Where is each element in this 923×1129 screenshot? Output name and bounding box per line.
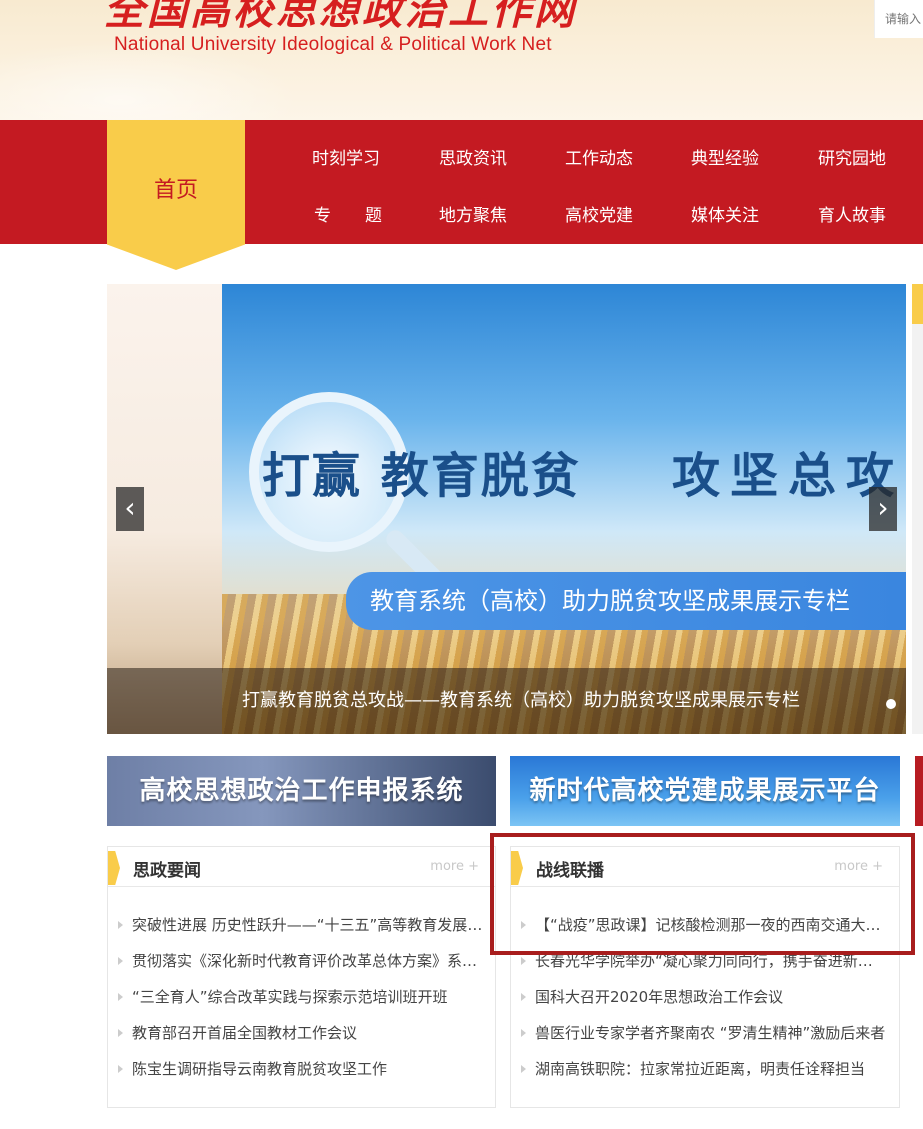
- chevron-right-icon: ›: [877, 491, 889, 524]
- panel-flag-icon: [511, 851, 523, 885]
- news-panel-sizheng-yaowen: 思政要闻 more + 突破性进展 历史性跃升——“十三五”高等教育发展成就 贯…: [107, 846, 496, 1108]
- panel-header: 战线联播 more +: [511, 847, 899, 887]
- nav-item-sizheng-zixun[interactable]: 思政资讯: [439, 144, 507, 169]
- news-item[interactable]: 国科大召开2020年思想政治工作会议: [511, 979, 899, 1015]
- side-banner-edge: [915, 756, 923, 826]
- news-item[interactable]: 【“战疫”思政课】记核酸检测那一夜的西南交通大学师生: [511, 907, 899, 943]
- panel-header: 思政要闻 more +: [108, 847, 495, 887]
- banner-headline: 打赢 教育脱贫: [262, 436, 581, 506]
- news-item[interactable]: “三全育人”综合改革实践与探索示范培训班开班: [108, 979, 495, 1015]
- party-building-platform-label: 新时代高校党建成果展示平台: [529, 776, 881, 806]
- news-item[interactable]: 兽医行业专家学者齐聚南农 “罗清生精神”激励后来者: [511, 1015, 899, 1051]
- nav-home-tab[interactable]: 首页: [107, 120, 245, 270]
- banner-subtitle: 教育系统（高校）助力脱贫攻坚成果展示专栏: [346, 572, 906, 630]
- nav-item-dianxing-jingyan[interactable]: 典型经验: [691, 144, 759, 169]
- nav-item-gongzuo-dongtai[interactable]: 工作动态: [565, 144, 633, 169]
- panel-title[interactable]: 战线联播: [536, 856, 604, 881]
- panel-title[interactable]: 思政要闻: [133, 856, 201, 881]
- site-header: 全国高校思想政治工作网 National University Ideologi…: [0, 0, 923, 120]
- carousel-prev-button[interactable]: ‹: [116, 487, 144, 531]
- news-item[interactable]: 贯彻落实《深化新时代教育评价改革总体方案》系列解读: [108, 943, 495, 979]
- nav-item-zhuanti[interactable]: 专 题: [314, 201, 382, 226]
- nav-item-difang-jujiao[interactable]: 地方聚焦: [439, 201, 507, 226]
- chevron-left-icon: ‹: [124, 491, 136, 524]
- home-tab-label[interactable]: 首页: [107, 172, 245, 204]
- carousel-next-button[interactable]: ›: [869, 487, 897, 531]
- search-input[interactable]: [875, 0, 923, 38]
- nav-item-yanjiu-yuandi[interactable]: 研究园地: [818, 144, 886, 169]
- news-item[interactable]: 陈宝生调研指导云南教育脱贫攻坚工作: [108, 1051, 495, 1087]
- news-item[interactable]: 长春光华学院举办“凝心聚力同向行，携手奋进新征程”活动: [511, 943, 899, 979]
- panel-flag-icon: [108, 851, 120, 885]
- party-building-platform-banner[interactable]: 新时代高校党建成果展示平台: [510, 756, 900, 826]
- news-item[interactable]: 突破性进展 历史性跃升——“十三五”高等教育发展成就: [108, 907, 495, 943]
- news-list: 【“战疫”思政课】记核酸检测那一夜的西南交通大学师生 长春光华学院举办“凝心聚力…: [511, 907, 899, 1087]
- banner-headline-part-a: 打赢: [262, 448, 363, 504]
- more-link[interactable]: more +: [834, 859, 883, 874]
- site-title-chinese[interactable]: 全国高校思想政治工作网: [104, 0, 577, 36]
- nav-item-meiti-guanzhu[interactable]: 媒体关注: [691, 201, 759, 226]
- nav-item-gaoxiao-dangjian[interactable]: 高校党建: [565, 201, 633, 226]
- news-panel-zhanxian-lianbo: 战线联播 more + 【“战疫”思政课】记核酸检测那一夜的西南交通大学师生 长…: [510, 846, 900, 1108]
- declaration-system-banner[interactable]: 高校思想政治工作申报系统: [107, 756, 496, 826]
- banner-caption[interactable]: 打赢教育脱贫总攻战——教育系统（高校）助力脱贫攻坚成果展示专栏: [242, 668, 800, 734]
- banner-carousel[interactable]: 打赢 教育脱贫 攻坚总攻 教育系统（高校）助力脱贫攻坚成果展示专栏 打赢教育脱贫…: [107, 284, 906, 734]
- nav-item-shike-xuexi[interactable]: 时刻学习: [312, 144, 380, 169]
- carousel-indicators: [882, 694, 896, 713]
- declaration-system-label: 高校思想政治工作申报系统: [139, 776, 464, 806]
- news-item[interactable]: 湖南高铁职院：拉家常拉近距离，明责任诠释担当: [511, 1051, 899, 1087]
- more-link[interactable]: more +: [430, 859, 479, 874]
- side-panel-edge: [912, 284, 923, 734]
- site-title-english[interactable]: National University Ideological & Politi…: [114, 34, 552, 56]
- carousel-dot[interactable]: [886, 699, 896, 709]
- news-item[interactable]: 教育部召开首届全国教材工作会议: [108, 1015, 495, 1051]
- banner-headline-part-b: 教育脱贫: [380, 448, 581, 504]
- news-list: 突破性进展 历史性跃升——“十三五”高等教育发展成就 贯彻落实《深化新时代教育评…: [108, 907, 495, 1087]
- search-box[interactable]: [874, 0, 923, 38]
- nav-item-yuren-gushi[interactable]: 育人故事: [818, 201, 886, 226]
